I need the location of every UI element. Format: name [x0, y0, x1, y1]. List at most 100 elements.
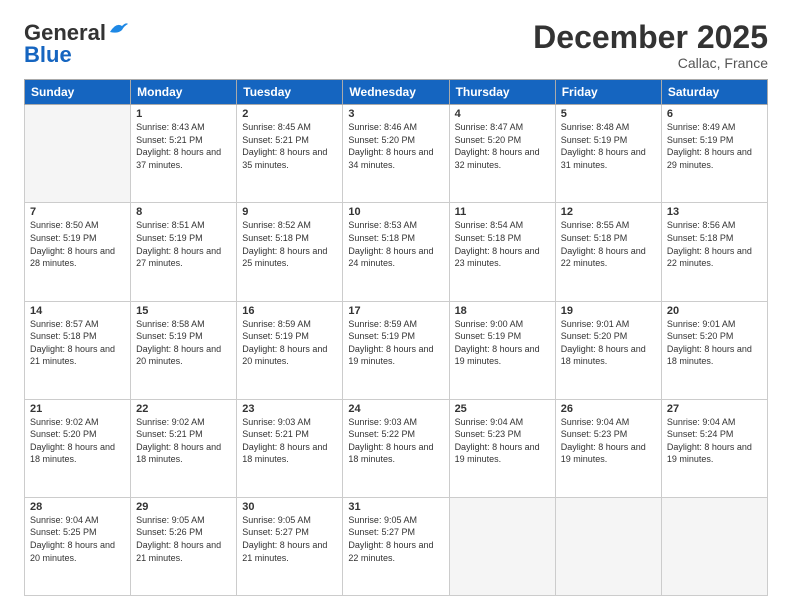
sunrise-label: Sunrise: 9:05 AM: [348, 515, 417, 525]
calendar-cell: 2Sunrise: 8:45 AMSunset: 5:21 PMDaylight…: [237, 105, 343, 203]
sunset-label: Sunset: 5:24 PM: [667, 429, 734, 439]
col-thursday: Thursday: [449, 80, 555, 105]
day-info: Sunrise: 8:52 AMSunset: 5:18 PMDaylight:…: [242, 219, 337, 269]
calendar-cell: 11Sunrise: 8:54 AMSunset: 5:18 PMDayligh…: [449, 203, 555, 301]
day-number: 9: [242, 206, 337, 218]
calendar-cell: 6Sunrise: 8:49 AMSunset: 5:19 PMDaylight…: [661, 105, 767, 203]
day-info: Sunrise: 8:54 AMSunset: 5:18 PMDaylight:…: [455, 219, 550, 269]
day-info: Sunrise: 9:00 AMSunset: 5:19 PMDaylight:…: [455, 318, 550, 368]
calendar-cell: 29Sunrise: 9:05 AMSunset: 5:26 PMDayligh…: [131, 497, 237, 595]
sunset-label: Sunset: 5:19 PM: [136, 233, 203, 243]
calendar-cell: 5Sunrise: 8:48 AMSunset: 5:19 PMDaylight…: [555, 105, 661, 203]
day-info: Sunrise: 9:04 AMSunset: 5:23 PMDaylight:…: [561, 416, 656, 466]
calendar-row: 28Sunrise: 9:04 AMSunset: 5:25 PMDayligh…: [25, 497, 768, 595]
calendar-row: 14Sunrise: 8:57 AMSunset: 5:18 PMDayligh…: [25, 301, 768, 399]
day-number: 15: [136, 305, 231, 317]
day-info: Sunrise: 8:43 AMSunset: 5:21 PMDaylight:…: [136, 121, 231, 171]
page: General Blue December 2025 Callac, Franc…: [0, 0, 792, 612]
day-number: 31: [348, 501, 443, 513]
daylight-label: Daylight: 8 hours and 19 minutes.: [455, 442, 540, 465]
sunset-label: Sunset: 5:25 PM: [30, 527, 97, 537]
day-info: Sunrise: 9:03 AM Sunset: 5:21 PM Daylight:…: [242, 416, 337, 466]
sunset-label: Sunset: 5:20 PM: [455, 135, 522, 145]
sunrise-label: Sunrise: 8:59 AM: [242, 319, 311, 329]
day-number: 21: [30, 403, 125, 415]
sunrise-label: Sunrise: 9:03 AM: [242, 417, 311, 427]
daylight-label: Daylight: 8 hours and 19 minutes.: [348, 344, 433, 367]
sunrise-label: Sunrise: 8:51 AM: [136, 220, 205, 230]
daylight-label: Daylight: 8 hours and 19 minutes.: [455, 344, 540, 367]
sunset-label: Sunset: 5:26 PM: [136, 527, 203, 537]
sunrise-label: Sunrise: 8:48 AM: [561, 122, 630, 132]
calendar-cell: 17Sunrise: 8:59 AMSunset: 5:19 PMDayligh…: [343, 301, 449, 399]
daylight-label: Daylight: 8 hours and 31 minutes.: [561, 147, 646, 170]
sunset-label: Sunset: 5:21 PM: [242, 429, 309, 439]
calendar-cell: 1Sunrise: 8:43 AMSunset: 5:21 PMDaylight…: [131, 105, 237, 203]
sunset-label: Sunset: 5:21 PM: [136, 429, 203, 439]
day-info: Sunrise: 9:04 AMSunset: 5:25 PMDaylight:…: [30, 514, 125, 564]
calendar-cell: 4Sunrise: 8:47 AMSunset: 5:20 PMDaylight…: [449, 105, 555, 203]
daylight-label: Daylight: 8 hours and 18 minutes.: [30, 442, 115, 465]
day-info: Sunrise: 8:51 AM Sunset: 5:19 PM Daylight:…: [136, 219, 231, 269]
sunset-label: Sunset: 5:19 PM: [136, 331, 203, 341]
calendar-cell: 27Sunrise: 9:04 AMSunset: 5:24 PMDayligh…: [661, 399, 767, 497]
calendar-cell: 30Sunrise: 9:05 AMSunset: 5:27 PMDayligh…: [237, 497, 343, 595]
sunrise-label: Sunrise: 9:02 AM: [30, 417, 99, 427]
sunrise-label: Sunrise: 8:53 AM: [348, 220, 417, 230]
sunset-label: Sunset: 5:18 PM: [348, 233, 415, 243]
day-number: 29: [136, 501, 231, 513]
calendar-cell: 23Sunrise: 9:03 AMSunset: 5:21 PMDayligh…: [237, 399, 343, 497]
daylight-label: Daylight: 8 hours and 22 minutes.: [561, 246, 646, 269]
calendar-cell: 20Sunrise: 9:01 AMSunset: 5:20 PMDayligh…: [661, 301, 767, 399]
day-info: Sunrise: 8:48 AMSunset: 5:19 PMDaylight:…: [561, 121, 656, 171]
daylight-label: Daylight: 8 hours and 24 minutes.: [348, 246, 433, 269]
sunrise-label: Sunrise: 8:52 AM: [242, 220, 311, 230]
daylight-label: Daylight: 8 hours and 21 minutes.: [242, 540, 327, 563]
day-info: Sunrise: 9:01 AMSunset: 5:20 PMDaylight:…: [667, 318, 762, 368]
sunrise-label: Sunrise: 9:02 AM: [136, 417, 205, 427]
day-info: Sunrise: 8:58 AM Sunset: 5:19 PM Daylight:…: [136, 318, 231, 368]
day-info: Sunrise: 8:53 AM Sunset: 5:18 PM Daylight:…: [348, 219, 443, 269]
day-number: 8: [136, 206, 231, 218]
daylight-label: Daylight: 8 hours and 20 minutes.: [136, 344, 221, 367]
calendar-cell: 21Sunrise: 9:02 AMSunset: 5:20 PMDayligh…: [25, 399, 131, 497]
daylight-label: Daylight: 8 hours and 18 minutes.: [136, 442, 221, 465]
sunset-label: Sunset: 5:18 PM: [667, 233, 734, 243]
calendar-cell: 13Sunrise: 8:56 AMSunset: 5:18 PMDayligh…: [661, 203, 767, 301]
day-info: Sunrise: 8:49 AMSunset: 5:19 PMDaylight:…: [667, 121, 762, 171]
col-saturday: Saturday: [661, 80, 767, 105]
sunset-label: Sunset: 5:19 PM: [455, 331, 522, 341]
sunset-label: Sunset: 5:19 PM: [667, 135, 734, 145]
sunset-label: Sunset: 5:18 PM: [30, 331, 97, 341]
day-info: Sunrise: 8:45 AMSunset: 5:21 PMDaylight:…: [242, 121, 337, 171]
calendar-cell: [661, 497, 767, 595]
sunset-label: Sunset: 5:23 PM: [455, 429, 522, 439]
calendar-cell: 18Sunrise: 9:00 AMSunset: 5:19 PMDayligh…: [449, 301, 555, 399]
day-info: Sunrise: 8:55 AMSunset: 5:18 PMDaylight:…: [561, 219, 656, 269]
daylight-label: Daylight: 8 hours and 19 minutes.: [561, 442, 646, 465]
day-number: 14: [30, 305, 125, 317]
sunset-label: Sunset: 5:19 PM: [30, 233, 97, 243]
day-number: 18: [455, 305, 550, 317]
sunrise-label: Sunrise: 8:50 AM: [30, 220, 99, 230]
day-number: 28: [30, 501, 125, 513]
daylight-label: Daylight: 8 hours and 28 minutes.: [30, 246, 115, 269]
day-number: 20: [667, 305, 762, 317]
sunrise-label: Sunrise: 8:45 AM: [242, 122, 311, 132]
sunrise-label: Sunrise: 8:58 AM: [136, 319, 205, 329]
logo-blue: Blue: [24, 42, 72, 68]
daylight-label: Daylight: 8 hours and 18 minutes.: [242, 442, 327, 465]
day-info: Sunrise: 8:46 AMSunset: 5:20 PMDaylight:…: [348, 121, 443, 171]
day-number: 19: [561, 305, 656, 317]
day-number: 5: [561, 108, 656, 120]
day-info: Sunrise: 9:02 AM Sunset: 5:21 PM Daylight:…: [136, 416, 231, 466]
day-number: 7: [30, 206, 125, 218]
sunrise-label: Sunrise: 9:05 AM: [136, 515, 205, 525]
daylight-label: Daylight: 8 hours and 27 minutes.: [136, 246, 221, 269]
header-row: Sunday Monday Tuesday Wednesday Thursday…: [25, 80, 768, 105]
calendar-cell: [25, 105, 131, 203]
calendar-table: Sunday Monday Tuesday Wednesday Thursday…: [24, 79, 768, 596]
title-block: December 2025 Callac, France: [533, 20, 768, 71]
calendar-cell: [449, 497, 555, 595]
daylight-label: Daylight: 8 hours and 22 minutes.: [348, 540, 433, 563]
